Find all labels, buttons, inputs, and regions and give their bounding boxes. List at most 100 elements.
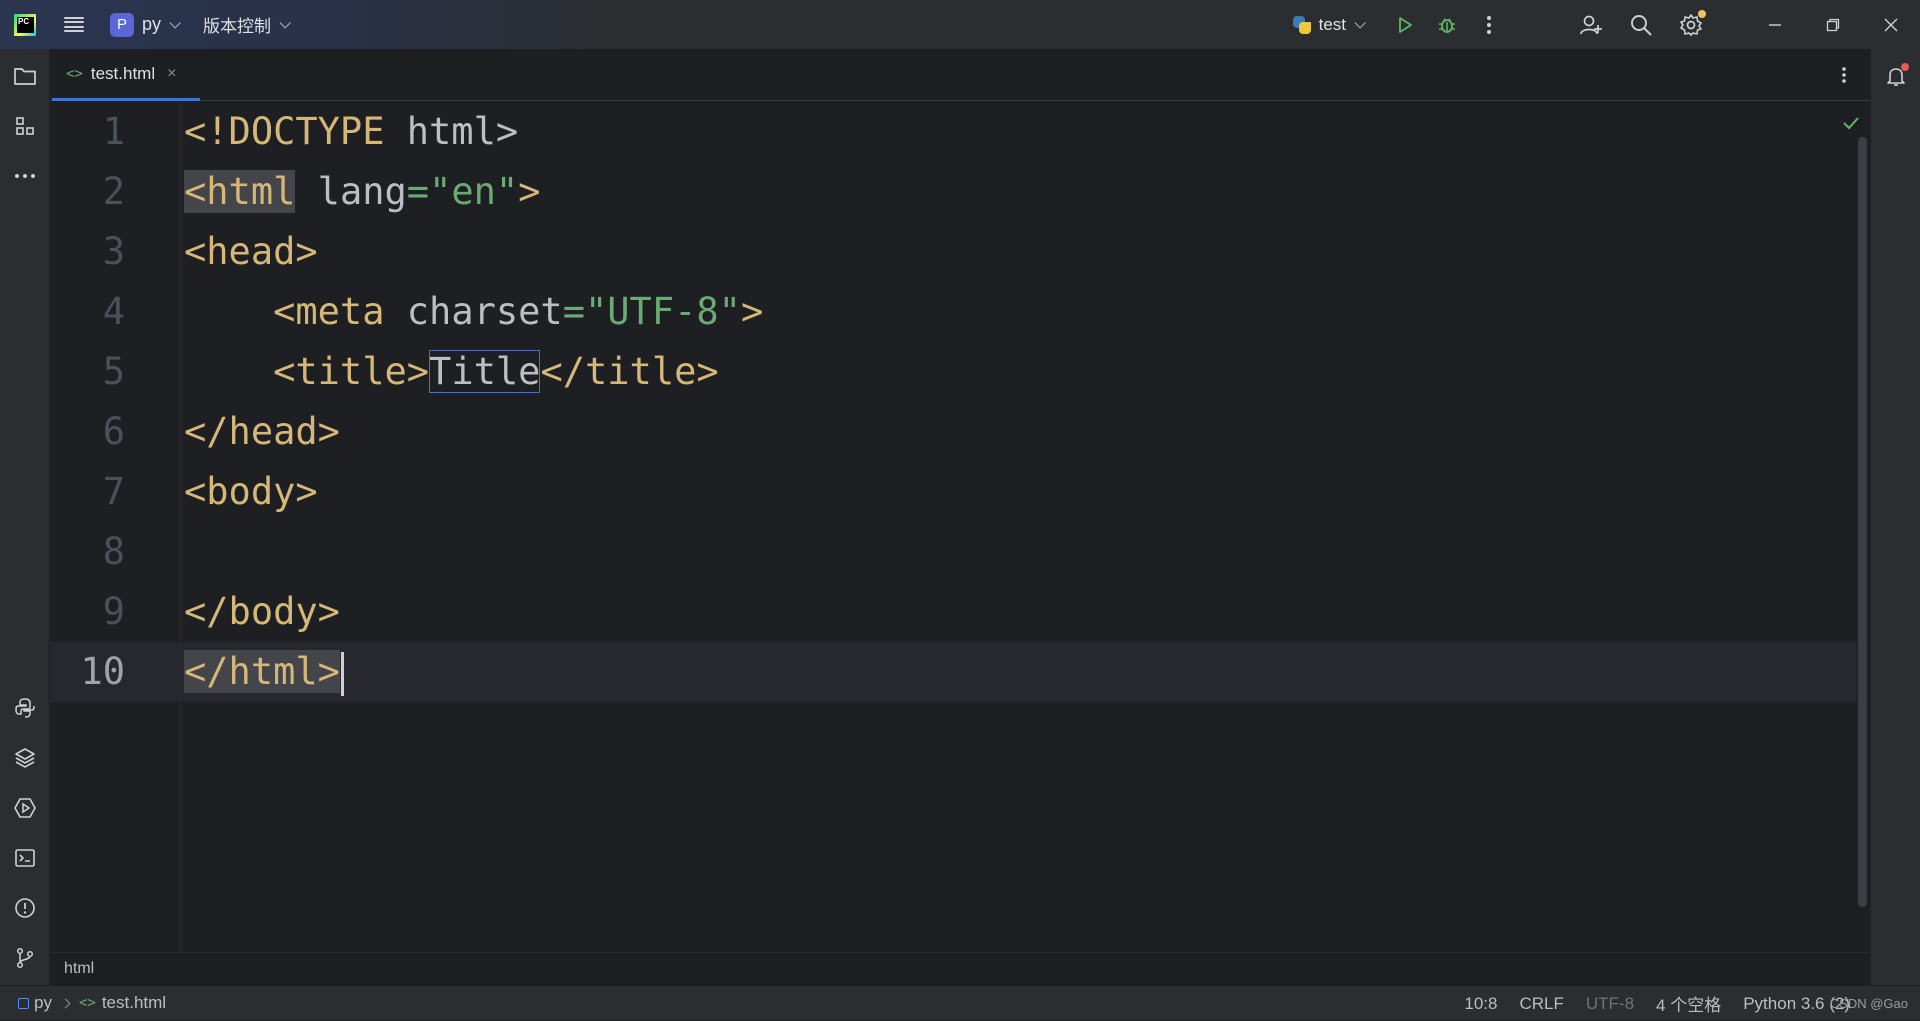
code-line[interactable]: 8 bbox=[50, 522, 1857, 582]
editor-tab-bar: <> test.html × bbox=[50, 49, 1870, 101]
minimize-button[interactable] bbox=[1746, 0, 1804, 49]
code-line[interactable]: 7 <body> bbox=[50, 462, 1857, 522]
restore-icon bbox=[1826, 18, 1840, 31]
line-content: <title>Title</title> bbox=[184, 342, 719, 402]
token-string: "UTF-8" bbox=[585, 290, 741, 333]
python-packages-button[interactable] bbox=[7, 740, 43, 776]
line-content: <meta charset="UTF-8"> bbox=[184, 282, 763, 342]
tab-test-html[interactable]: <> test.html × bbox=[52, 49, 200, 101]
watermark: CSDN @Gao bbox=[1829, 996, 1908, 1011]
code-with-me-button[interactable] bbox=[1570, 4, 1612, 46]
close-icon bbox=[1884, 18, 1898, 31]
token-tag: <head> bbox=[184, 230, 318, 273]
token-eq: = bbox=[562, 290, 585, 333]
code-area[interactable]: 1 <!DOCTYPE html> 2 <html lang="en"> 3 <… bbox=[50, 102, 1870, 952]
text-caret bbox=[340, 651, 344, 696]
inspection-status[interactable] bbox=[1840, 112, 1862, 134]
more-vertical-icon bbox=[1487, 15, 1491, 34]
token-tag: </body> bbox=[184, 590, 340, 633]
terminal-icon bbox=[15, 849, 35, 867]
token-attr: charset bbox=[384, 290, 563, 333]
line-content: </head> bbox=[184, 402, 340, 462]
line-number: 1 bbox=[102, 110, 125, 153]
services-button[interactable] bbox=[7, 790, 43, 826]
html-file-icon: <> bbox=[78, 995, 96, 1011]
close-window-button[interactable] bbox=[1862, 0, 1920, 49]
run-config-selector[interactable]: test bbox=[1292, 15, 1366, 35]
problems-button[interactable] bbox=[7, 890, 43, 926]
debug-button[interactable] bbox=[1426, 4, 1468, 46]
token-text-selected: Title bbox=[429, 350, 541, 393]
title-bar: P py 版本控制 test bbox=[0, 0, 1920, 49]
code-line[interactable]: 3 <head> bbox=[50, 222, 1857, 282]
main-menu-icon[interactable] bbox=[64, 16, 84, 33]
pycharm-logo-icon bbox=[14, 13, 36, 36]
search-icon bbox=[1631, 14, 1652, 36]
python-console-icon bbox=[15, 698, 35, 718]
line-number: 4 bbox=[102, 290, 125, 333]
chevron-down-icon bbox=[1354, 16, 1366, 29]
project-tool-button[interactable] bbox=[7, 58, 43, 94]
title-bar-left: P py 版本控制 bbox=[0, 0, 291, 49]
git-button[interactable] bbox=[7, 940, 43, 976]
code-line[interactable]: 1 <!DOCTYPE html> bbox=[50, 102, 1857, 162]
nav-file[interactable]: test.html bbox=[102, 993, 166, 1013]
more-horizontal-icon bbox=[15, 174, 35, 178]
vertical-scrollbar[interactable] bbox=[1858, 137, 1867, 907]
line-separator[interactable]: CRLF bbox=[1519, 994, 1563, 1014]
token-tag: </title> bbox=[540, 350, 719, 393]
nav-project[interactable]: py bbox=[34, 993, 52, 1013]
chevron-down-icon bbox=[279, 16, 291, 29]
tab-options-button[interactable] bbox=[1830, 61, 1858, 89]
python-icon bbox=[1292, 15, 1311, 34]
token-tag: > bbox=[518, 170, 541, 213]
code-line[interactable]: 6 </head> bbox=[50, 402, 1857, 462]
python-console-button[interactable] bbox=[7, 690, 43, 726]
file-encoding[interactable]: UTF-8 bbox=[1586, 994, 1634, 1014]
more-actions-button[interactable] bbox=[1468, 4, 1510, 46]
module-icon bbox=[18, 997, 29, 1009]
token-attr: lang bbox=[295, 170, 407, 213]
code-line-current[interactable]: 10 </html> bbox=[50, 642, 1857, 702]
breadcrumb-item-html[interactable]: html bbox=[64, 960, 94, 978]
run-icon bbox=[1399, 16, 1412, 33]
structure-icon bbox=[16, 117, 34, 135]
line-content: </html> bbox=[184, 642, 344, 702]
checkmark-icon bbox=[1843, 117, 1859, 130]
code-line[interactable]: 2 <html lang="en"> bbox=[50, 162, 1857, 222]
restore-button[interactable] bbox=[1804, 0, 1862, 49]
notification-dot bbox=[1901, 63, 1909, 71]
breadcrumb-bar: html bbox=[50, 952, 1870, 985]
more-vertical-icon bbox=[1842, 67, 1846, 83]
terminal-button[interactable] bbox=[7, 840, 43, 876]
tab-label: test.html bbox=[90, 63, 156, 83]
project-selector[interactable]: P py bbox=[110, 12, 181, 37]
project-badge: P bbox=[110, 12, 134, 37]
token-string: "en" bbox=[429, 170, 519, 213]
tab-close-icon[interactable]: × bbox=[167, 65, 176, 83]
search-button[interactable] bbox=[1620, 4, 1662, 46]
code-line[interactable]: 4 <meta charset="UTF-8"> bbox=[50, 282, 1857, 342]
line-number: 10 bbox=[80, 650, 125, 693]
code-line[interactable]: 5 <title>Title</title> bbox=[50, 342, 1857, 402]
settings-button[interactable] bbox=[1670, 4, 1712, 46]
problems-icon bbox=[15, 898, 35, 918]
code-line[interactable]: 9 </body> bbox=[50, 582, 1857, 642]
structure-tool-button[interactable] bbox=[7, 108, 43, 144]
caret-position[interactable]: 10:8 bbox=[1464, 994, 1497, 1014]
indent-setting[interactable]: 4 个空格 bbox=[1656, 991, 1721, 1016]
chevron-down-icon bbox=[169, 16, 181, 29]
run-button[interactable] bbox=[1384, 4, 1426, 46]
vcs-selector[interactable]: 版本控制 bbox=[203, 12, 291, 37]
token-tag: <title> bbox=[273, 350, 430, 393]
token-tag: <body> bbox=[184, 470, 318, 513]
code-editor[interactable]: 1 <!DOCTYPE html> 2 <html lang="en"> 3 <… bbox=[50, 102, 1870, 952]
more-tools-button[interactable] bbox=[7, 158, 43, 194]
minimize-icon bbox=[1769, 23, 1781, 26]
notifications-button[interactable] bbox=[1878, 58, 1914, 94]
line-number: 7 bbox=[102, 470, 125, 513]
token-text: html> bbox=[384, 110, 519, 153]
bug-icon bbox=[1439, 17, 1455, 33]
line-number: 3 bbox=[102, 230, 125, 273]
